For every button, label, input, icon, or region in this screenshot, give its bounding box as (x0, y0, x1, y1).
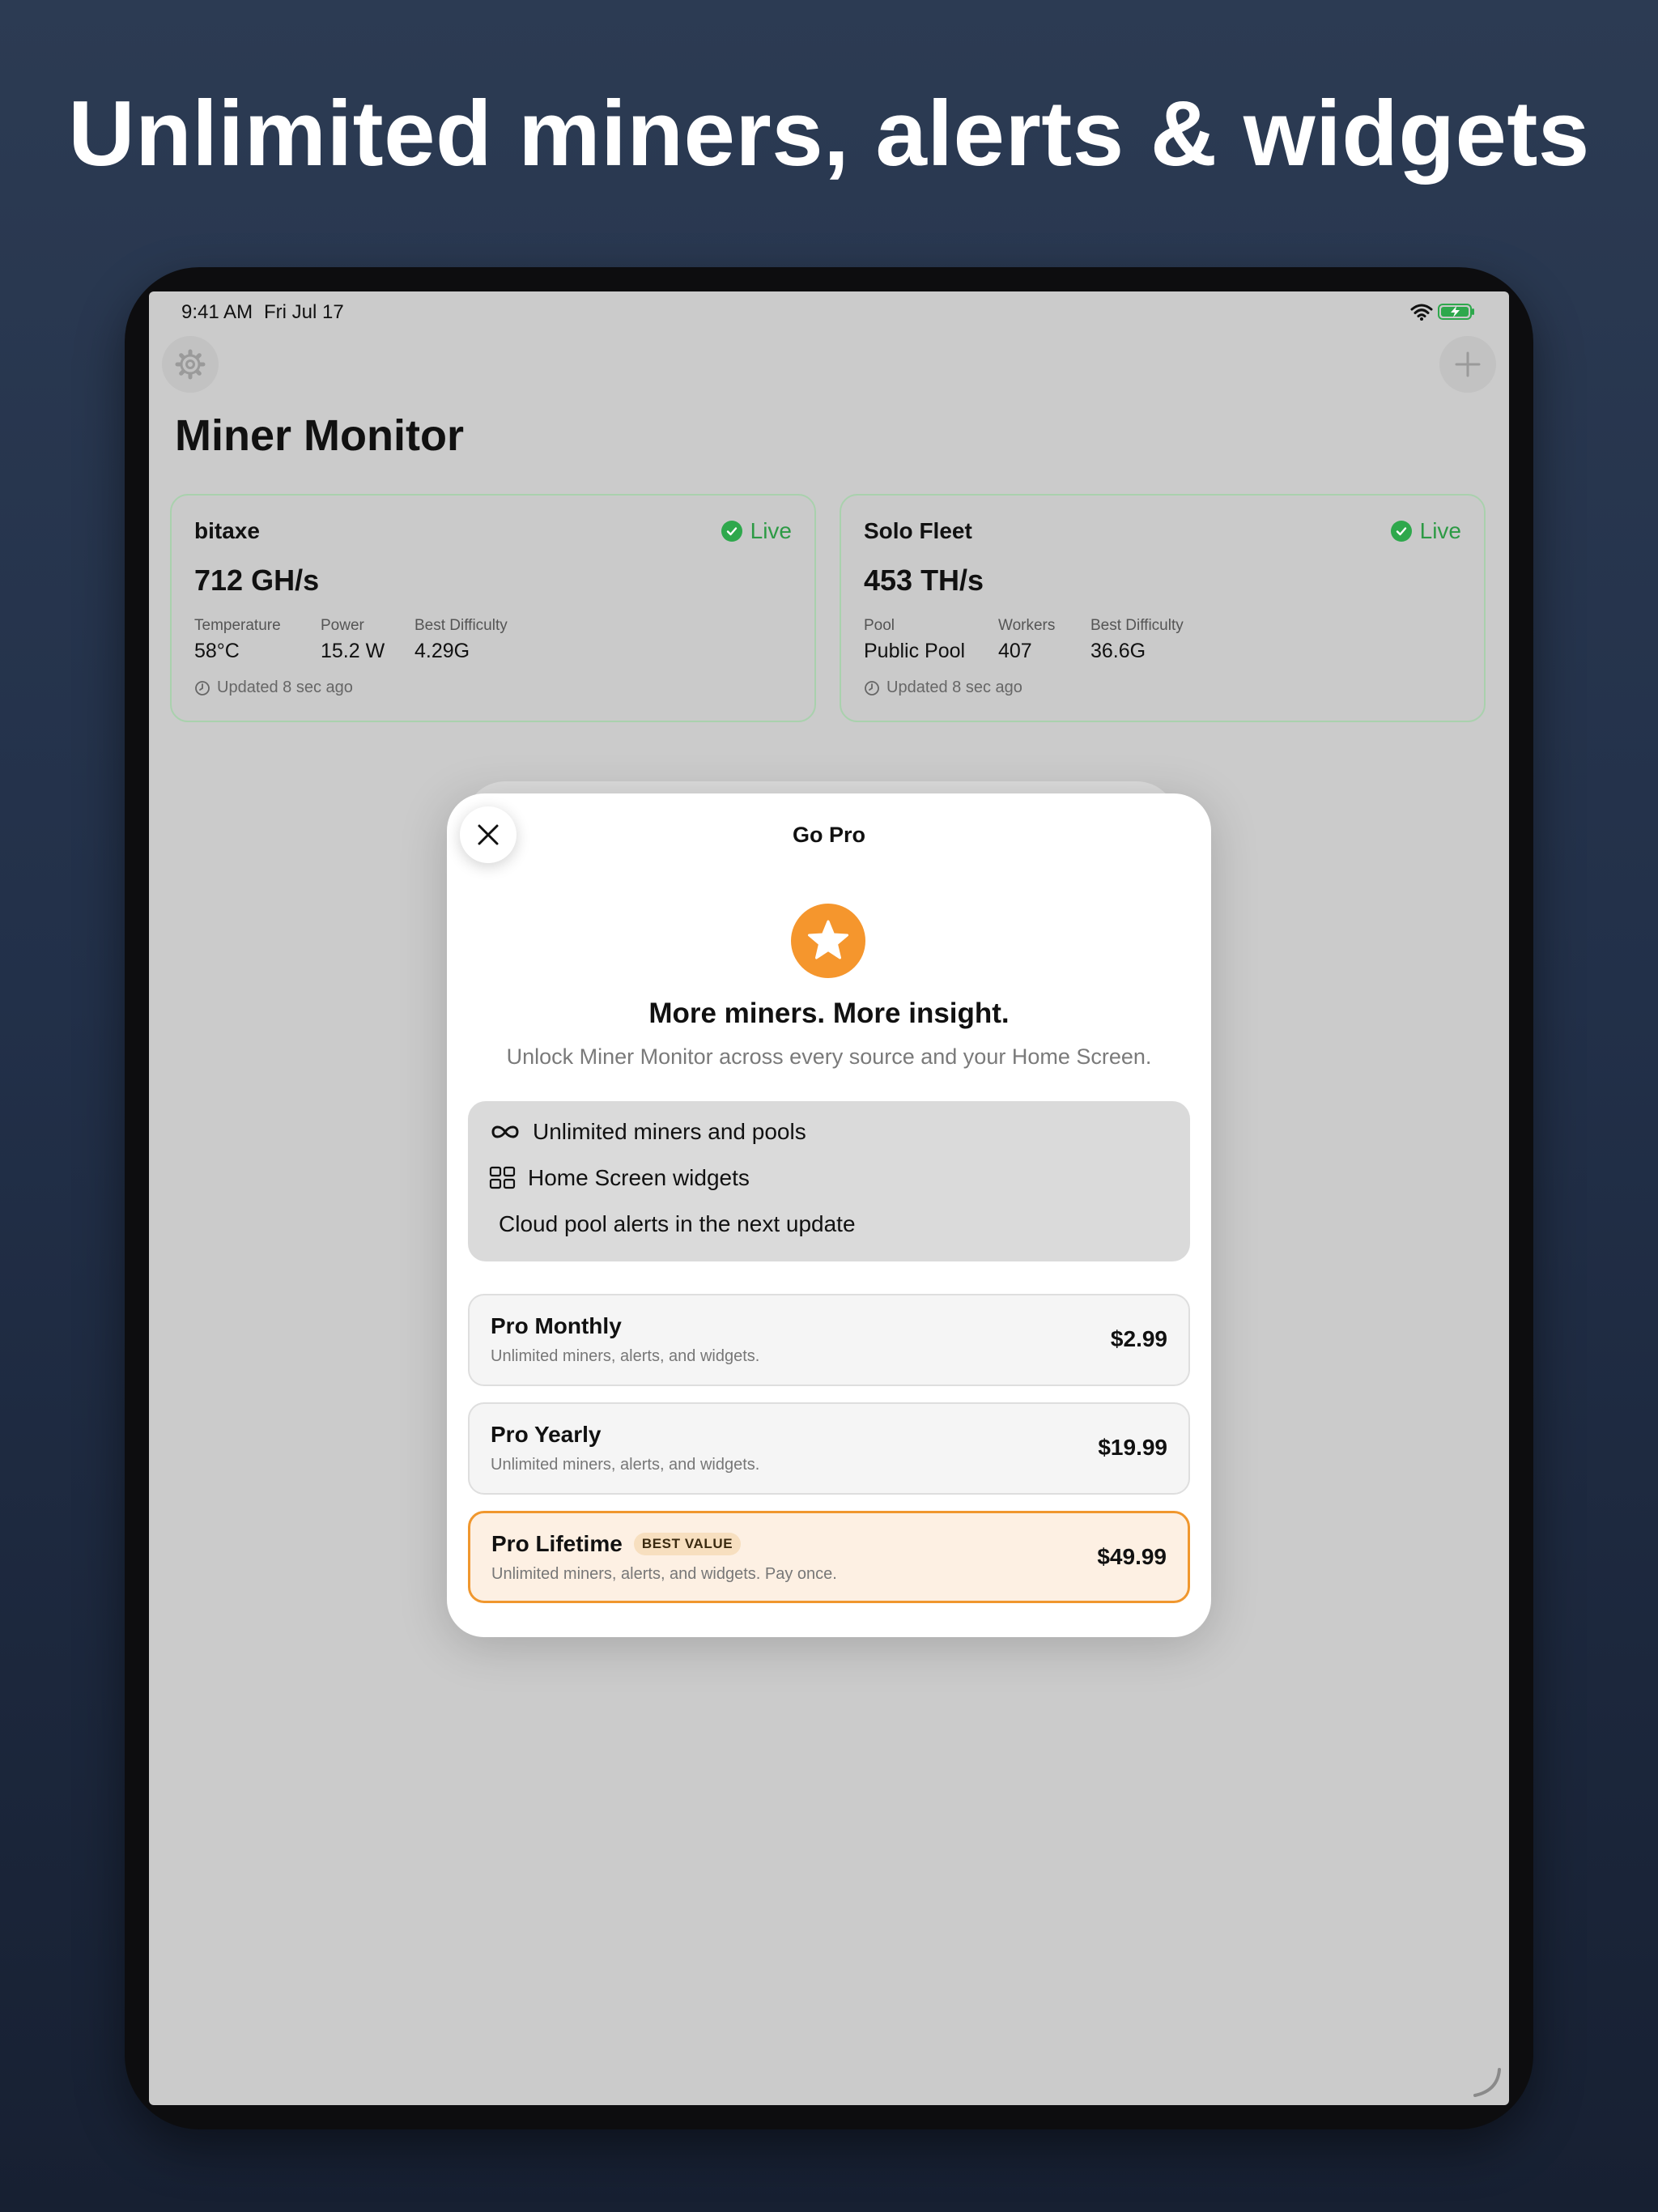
feature-item: Unlimited miners and pools (489, 1119, 806, 1145)
feature-label: Cloud pool alerts in the next update (499, 1211, 856, 1236)
infinity-icon (491, 1125, 519, 1138)
plan-pro-lifetime[interactable]: Pro Lifetime BEST VALUE Unlimited miners… (468, 1511, 1190, 1603)
checkmark-circle-icon (1390, 521, 1412, 542)
plan-pro-yearly[interactable]: Pro Yearly Unlimited miners, alerts, and… (468, 1402, 1190, 1495)
miner-card-bitaxe[interactable]: bitaxe Live 712 GH/s Temperature 58°C Po… (170, 494, 816, 722)
go-pro-sheet: Go Pro More miners. More insight. Unlock… (447, 793, 1211, 1637)
stat-label: Workers (998, 617, 1056, 634)
updated-label: Updated 8 sec ago (886, 678, 1022, 696)
plus-icon (1455, 351, 1481, 377)
stat-label: Best Difficulty (414, 617, 508, 634)
marketing-headline: Unlimited miners, alerts & widgets (68, 83, 1590, 185)
checkmark-circle-icon (721, 521, 742, 542)
status-date: Fri Jul 17 (264, 301, 344, 323)
stat-value: 4.29G (414, 640, 470, 662)
add-miner-button[interactable] (1439, 336, 1496, 393)
status-time: 9:41 AM (181, 301, 253, 323)
stat-value: 407 (998, 640, 1032, 662)
miner-name: bitaxe (194, 518, 260, 543)
plan-description: Unlimited miners, alerts, and widgets. (491, 1456, 760, 1474)
updated-time: Updated 8 sec ago (194, 678, 353, 697)
plan-name: Pro Yearly (491, 1422, 601, 1448)
plan-price: $19.99 (1098, 1435, 1167, 1460)
widgets-grid-icon (489, 1166, 516, 1189)
plan-description: Unlimited miners, alerts, and widgets. (491, 1347, 760, 1365)
paywall-subtitle: Unlock Miner Monitor across every source… (506, 1044, 1152, 1069)
plan-price: $2.99 (1110, 1326, 1167, 1351)
paywall-heading: More miners. More insight. (648, 998, 1010, 1029)
status-bar: 9:41 AM Fri Jul 17 (149, 291, 1509, 340)
stat-value: 36.6G (1090, 640, 1146, 662)
stat-value: Public Pool (864, 640, 966, 662)
plan-description: Unlimited miners, alerts, and widgets. P… (491, 1565, 837, 1583)
stat-workers: Workers 407 (998, 617, 1055, 663)
best-value-badge: BEST VALUE (633, 1533, 742, 1555)
gear-icon (175, 349, 206, 380)
battery-charging-icon (1438, 304, 1474, 320)
live-label: Live (1419, 518, 1461, 543)
plan-name-label: Pro Yearly (491, 1422, 602, 1447)
miner-card-solo-fleet[interactable]: Solo Fleet Live 453 TH/s Pool Public Poo… (840, 494, 1486, 722)
plan-name: Pro Lifetime BEST VALUE (491, 1531, 742, 1557)
updated-time: Updated 8 sec ago (864, 678, 1022, 697)
feature-item: Cloud pool alerts in the next update (499, 1211, 856, 1237)
feature-label: Home Screen widgets (528, 1165, 750, 1190)
stat-value: 15.2 W (321, 640, 385, 662)
app-screen: 9:41 AM Fri Jul 17 Miner Monitor bitaxe … (149, 291, 1509, 2105)
feature-item: Home Screen widgets (489, 1165, 750, 1191)
stat-label: Best Difficulty (1090, 617, 1184, 634)
feature-label: Unlimited miners and pools (533, 1119, 806, 1144)
stat-pool: Pool Public Pool (864, 617, 965, 663)
plan-name: Pro Monthly (491, 1313, 622, 1339)
clock-icon (195, 680, 210, 696)
sheet-title: Go Pro (792, 823, 865, 847)
plan-price: $49.99 (1097, 1544, 1167, 1569)
hashrate: 712 GH/s (194, 564, 320, 597)
stat-value: 58°C (194, 640, 240, 662)
settings-button[interactable] (162, 336, 219, 393)
live-status: Live (1390, 518, 1461, 544)
live-status: Live (721, 518, 792, 544)
plan-name-label: Pro Lifetime (491, 1531, 623, 1556)
page-title: Miner Monitor (175, 411, 464, 460)
miner-name: Solo Fleet (864, 518, 972, 543)
updated-label: Updated 8 sec ago (217, 678, 353, 696)
stat-label: Temperature (194, 617, 281, 634)
stat-label: Pool (864, 617, 895, 634)
hashrate: 453 TH/s (864, 564, 984, 597)
stat-best-difficulty: Best Difficulty 4.29G (414, 617, 508, 663)
plan-pro-monthly[interactable]: Pro Monthly Unlimited miners, alerts, an… (468, 1294, 1190, 1386)
wifi-icon (1410, 304, 1433, 321)
corner-resize-indicator-icon (1473, 2068, 1501, 2097)
ipad-frame: 9:41 AM Fri Jul 17 Miner Monitor bitaxe … (125, 267, 1533, 2129)
feature-list: Unlimited miners and pools Home Screen w… (468, 1101, 1190, 1261)
stat-best-difficulty: Best Difficulty 36.6G (1090, 617, 1184, 663)
live-label: Live (750, 518, 792, 543)
star-icon (791, 904, 865, 978)
stat-label: Power (321, 617, 364, 634)
stat-power: Power 15.2 W (321, 617, 385, 663)
plan-name-label: Pro Monthly (491, 1313, 622, 1338)
stat-temperature: Temperature 58°C (194, 617, 281, 663)
clock-icon (865, 680, 879, 696)
